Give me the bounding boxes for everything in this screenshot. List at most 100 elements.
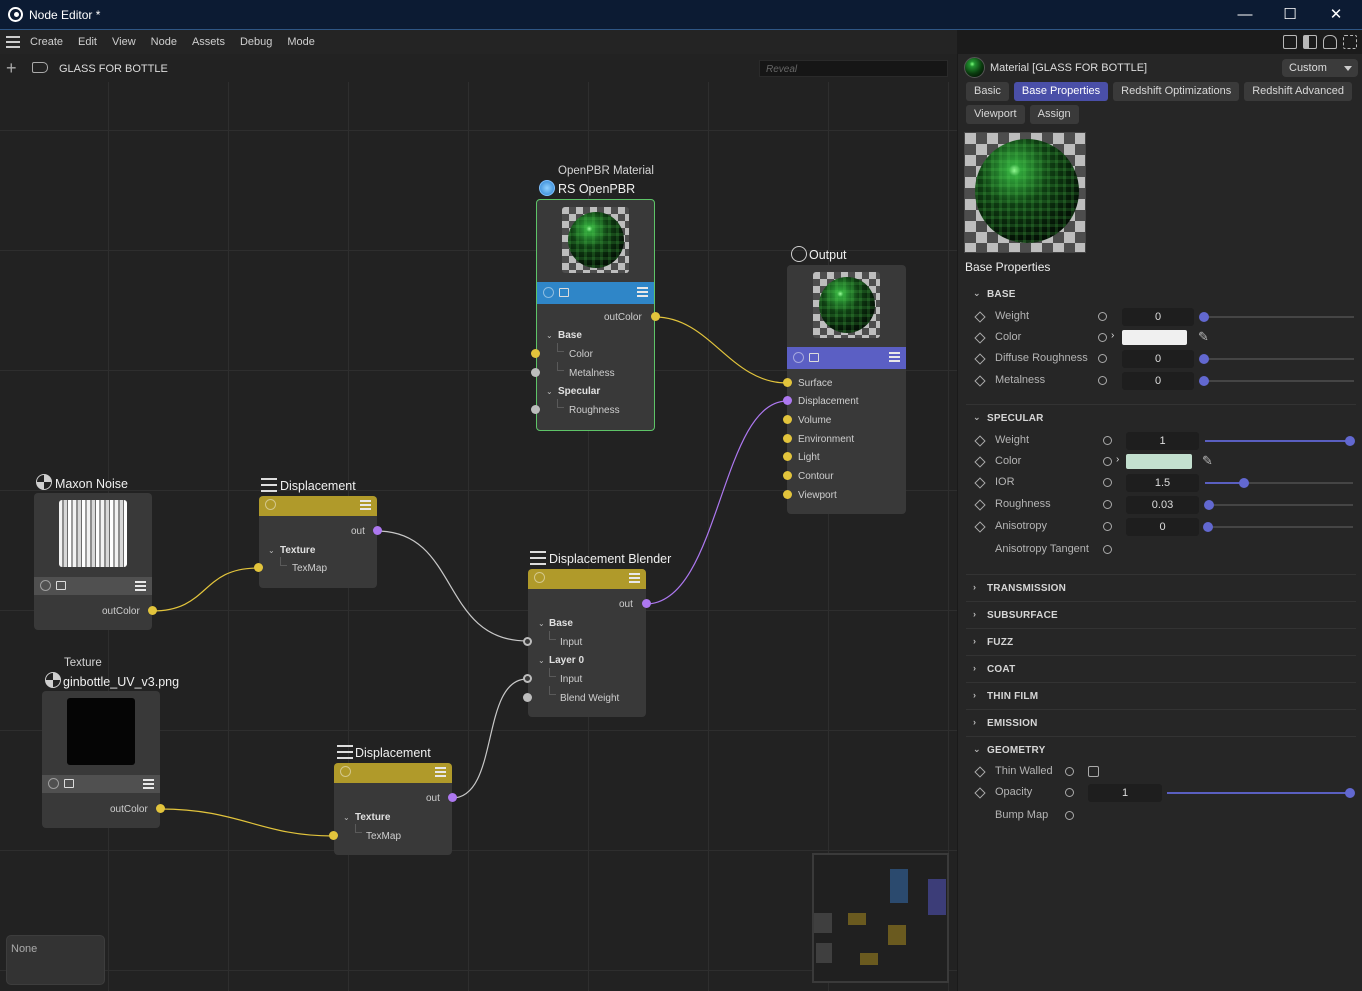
port-dot-blend-weight[interactable] bbox=[523, 693, 532, 702]
keyframe-icon[interactable] bbox=[974, 311, 986, 323]
port-dot-out[interactable] bbox=[448, 793, 457, 802]
port-dot-outcolor[interactable] bbox=[148, 606, 157, 615]
section-specular[interactable]: ⌄ SPECULAR bbox=[966, 404, 1356, 428]
base-color-swatch[interactable] bbox=[1122, 330, 1187, 345]
animate-icon[interactable] bbox=[1065, 788, 1074, 797]
menu-edit[interactable]: Edit bbox=[78, 36, 97, 48]
tab-assign[interactable]: Assign bbox=[1029, 105, 1079, 124]
slider-handle[interactable] bbox=[1345, 788, 1355, 798]
slider-track[interactable] bbox=[1204, 316, 1354, 318]
chevron-right-icon[interactable]: › bbox=[1111, 330, 1114, 341]
tab-basic[interactable]: Basic bbox=[966, 82, 1009, 101]
opacity-field[interactable]: 1 bbox=[1088, 784, 1162, 802]
port-dot-surface[interactable] bbox=[783, 378, 792, 387]
animate-icon[interactable] bbox=[1103, 457, 1112, 466]
menu-icon[interactable] bbox=[637, 287, 648, 297]
keyframe-icon[interactable] bbox=[974, 521, 986, 533]
gear-icon[interactable] bbox=[793, 352, 804, 363]
spec-color-swatch[interactable] bbox=[1126, 454, 1192, 469]
preview-icon[interactable] bbox=[64, 779, 74, 788]
chevron-down-icon[interactable]: ⌄ bbox=[546, 387, 553, 396]
menu-icon[interactable] bbox=[143, 779, 154, 789]
slider-track[interactable] bbox=[1205, 504, 1353, 506]
metalness-field[interactable]: 0 bbox=[1122, 372, 1194, 390]
port-dot-displacement[interactable] bbox=[783, 396, 792, 405]
slider-handle[interactable] bbox=[1199, 312, 1209, 322]
base-weight-field[interactable]: 0 bbox=[1122, 308, 1194, 326]
eyedropper-icon[interactable]: ✎ bbox=[1202, 453, 1218, 469]
minimap[interactable] bbox=[812, 853, 949, 983]
slider-handle[interactable] bbox=[1199, 354, 1209, 364]
port-dot-outcolor[interactable] bbox=[156, 804, 165, 813]
reveal-search-input[interactable]: Reveal bbox=[759, 60, 948, 77]
chevron-down-icon[interactable]: ⌄ bbox=[538, 619, 545, 628]
animate-icon[interactable] bbox=[1065, 767, 1074, 776]
tab-viewport[interactable]: Viewport bbox=[966, 105, 1025, 124]
openpbr-node-title[interactable]: RS OpenPBR bbox=[558, 182, 635, 196]
animate-icon[interactable] bbox=[1065, 811, 1074, 820]
port-dot-out[interactable] bbox=[642, 599, 651, 608]
slider-track[interactable] bbox=[1205, 526, 1353, 528]
keyframe-icon[interactable] bbox=[974, 353, 986, 365]
preview-icon[interactable] bbox=[809, 353, 819, 362]
gear-icon[interactable] bbox=[543, 287, 554, 298]
port-dot-texmap[interactable] bbox=[254, 563, 263, 572]
close-button[interactable]: ✕ bbox=[1313, 3, 1359, 27]
keyframe-icon[interactable] bbox=[974, 766, 986, 778]
gear-icon[interactable] bbox=[48, 778, 59, 789]
spec-roughness-field[interactable]: 0.03 bbox=[1126, 496, 1199, 514]
port-dot-viewport[interactable] bbox=[783, 490, 792, 499]
minimize-button[interactable]: — bbox=[1222, 3, 1268, 27]
port-dot-environment[interactable] bbox=[783, 434, 792, 443]
chevron-down-icon[interactable]: ⌄ bbox=[538, 656, 545, 665]
menu-icon[interactable] bbox=[889, 352, 900, 362]
menu-icon[interactable] bbox=[360, 500, 371, 510]
menu-icon[interactable] bbox=[629, 573, 640, 583]
slider-handle[interactable] bbox=[1239, 478, 1250, 488]
external-link-icon[interactable] bbox=[1343, 35, 1357, 49]
output-node-title[interactable]: Output bbox=[809, 248, 847, 262]
gear-icon[interactable] bbox=[534, 572, 545, 583]
menu-node[interactable]: Node bbox=[151, 36, 177, 48]
slider-track[interactable] bbox=[1204, 358, 1354, 360]
port-dot-texmap[interactable] bbox=[329, 831, 338, 840]
section-fuzz[interactable]: › FUZZ bbox=[966, 628, 1356, 652]
port-dot-base-input[interactable] bbox=[523, 637, 532, 646]
blender-node-title[interactable]: Displacement Blender bbox=[549, 552, 671, 566]
menu-view[interactable]: View bbox=[112, 36, 136, 48]
animate-icon[interactable] bbox=[1098, 376, 1107, 385]
port-dot-roughness[interactable] bbox=[531, 405, 540, 414]
animate-icon[interactable] bbox=[1103, 522, 1112, 531]
keyframe-icon[interactable] bbox=[974, 375, 986, 387]
thin-walled-checkbox[interactable] bbox=[1088, 766, 1099, 777]
gear-icon[interactable] bbox=[40, 580, 51, 591]
texture-node-title[interactable]: ginbottle_UV_v3.png bbox=[63, 675, 179, 689]
animate-icon[interactable] bbox=[1098, 354, 1107, 363]
diffuse-roughness-field[interactable]: 0 bbox=[1122, 350, 1194, 368]
slider-handle[interactable] bbox=[1203, 522, 1213, 532]
animate-icon[interactable] bbox=[1098, 312, 1107, 321]
port-dot-volume[interactable] bbox=[783, 415, 792, 424]
ior-field[interactable]: 1.5 bbox=[1126, 474, 1199, 492]
menu-icon[interactable] bbox=[435, 767, 446, 777]
section-geometry[interactable]: ⌄ GEOMETRY bbox=[966, 736, 1356, 760]
section-base[interactable]: ⌄ BASE bbox=[966, 286, 1356, 304]
chevron-down-icon[interactable]: ⌄ bbox=[268, 546, 275, 555]
menu-icon[interactable] bbox=[135, 581, 146, 591]
keyframe-icon[interactable] bbox=[974, 477, 986, 489]
animate-icon[interactable] bbox=[1103, 545, 1112, 554]
keyframe-icon[interactable] bbox=[974, 787, 986, 799]
gear-icon[interactable] bbox=[340, 766, 351, 777]
menu-assets[interactable]: Assets bbox=[192, 36, 225, 48]
animate-icon[interactable] bbox=[1103, 478, 1112, 487]
material-tag-icon[interactable] bbox=[32, 62, 48, 73]
eyedropper-icon[interactable]: ✎ bbox=[1198, 329, 1214, 345]
section-emission[interactable]: › EMISSION bbox=[966, 709, 1356, 733]
layout-dropdown[interactable]: Custom bbox=[1282, 59, 1358, 77]
section-subsurface[interactable]: › SUBSURFACE bbox=[966, 601, 1356, 625]
layout-icon[interactable] bbox=[1283, 35, 1297, 49]
menu-mode[interactable]: Mode bbox=[287, 36, 315, 48]
add-icon[interactable]: + bbox=[6, 59, 17, 77]
menu-debug[interactable]: Debug bbox=[240, 36, 272, 48]
tab-redshift-advanced[interactable]: Redshift Advanced bbox=[1244, 82, 1352, 101]
